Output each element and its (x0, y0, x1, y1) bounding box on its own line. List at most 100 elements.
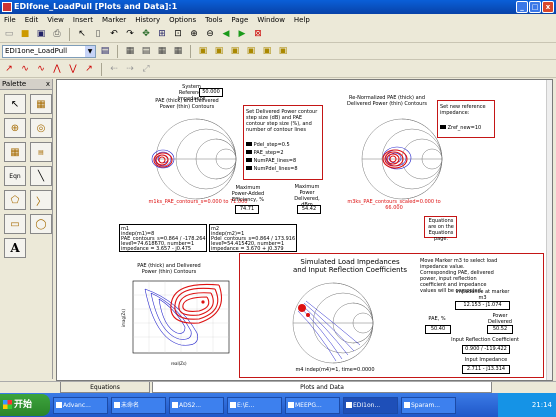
save-icon[interactable]: ▣ (34, 27, 48, 41)
pdel-value[interactable]: 50.52 (487, 325, 513, 334)
start-button[interactable]: 开始 (0, 394, 50, 416)
marker-line-icon[interactable]: ↗ (82, 62, 96, 76)
cartesian-contour-plot[interactable]: imag(Zs) real(Zs) (119, 277, 234, 367)
dataset-browse-icon[interactable]: ▤ (98, 44, 112, 58)
clock[interactable]: 21:14 (532, 401, 552, 409)
zoom-fit-icon[interactable]: ⊡ (171, 27, 185, 41)
taskbar-item[interactable]: 未命名 (111, 396, 166, 414)
taskbar-item-label: EDI1on... (353, 401, 381, 409)
grid-table-icon[interactable]: ▦ (30, 94, 52, 114)
data-list-icon[interactable]: ▤ (30, 142, 52, 162)
taskbar-item[interactable]: Sparam... (401, 396, 456, 414)
select-arrow-icon[interactable]: ↖ (75, 27, 89, 41)
marker-valley-icon[interactable]: ⋁ (66, 62, 80, 76)
plots-page: System Reference Impedance 50.000 PAE (t… (56, 79, 553, 381)
undo-icon[interactable]: ↶ (107, 27, 121, 41)
move-icon[interactable]: ✥ (139, 27, 153, 41)
max-pae-value[interactable]: 74.71 (235, 205, 259, 214)
arrow-tool-icon[interactable]: ↖ (4, 94, 26, 114)
marker-read-icon[interactable]: ⤢ (139, 62, 153, 76)
redo-icon[interactable]: ↷ (123, 27, 137, 41)
menu-window[interactable]: Window (257, 14, 285, 26)
chevron-down-icon[interactable]: ▼ (85, 45, 95, 57)
marker-peak-icon[interactable]: ⋀ (50, 62, 64, 76)
open-folder-icon[interactable]: ■ (18, 27, 32, 41)
rectangle-icon[interactable]: ▭ (4, 214, 26, 234)
zoom-area-icon[interactable]: ⊞ (155, 27, 169, 41)
close-icon[interactable]: x (46, 79, 50, 90)
equation-icon[interactable]: Eqn (4, 166, 26, 186)
num-pae-eq[interactable]: NumPAE_lines=8 (246, 158, 320, 164)
marker-trace-icon[interactable]: ∿ (18, 62, 32, 76)
input-imp-value[interactable]: 2.711 - j13.314 (462, 365, 510, 374)
pae-step-eq[interactable]: PAE_step=2 (246, 150, 320, 156)
smith-chart-3[interactable] (278, 281, 388, 365)
marker-move-right-icon[interactable]: ⇢ (123, 62, 137, 76)
layout-1-icon[interactable]: ▣ (196, 44, 210, 58)
set-ref-label: Set new reference impedance: (440, 104, 486, 116)
taskbar-item[interactable]: MEEPG... (285, 396, 340, 414)
table-icon[interactable]: ▦ (4, 142, 26, 162)
imp-at-m3-value[interactable]: 12.153 - j1.074 (455, 301, 510, 310)
marker-delta-icon[interactable]: ∿ (34, 62, 48, 76)
prev-page-icon[interactable]: ◀ (219, 27, 233, 41)
tab-plots-and-data[interactable]: Plots and Data (152, 382, 492, 393)
layout-4-icon[interactable]: ▣ (244, 44, 258, 58)
system-ref-value[interactable]: 50.000 (199, 88, 223, 97)
plot-polar-icon[interactable]: ▦ (171, 44, 185, 58)
taskbar-item-active[interactable]: EDI1on... (343, 396, 398, 414)
dataset-combo[interactable]: EDI1one_LoadPull ▼ (2, 44, 96, 58)
taskbar-item[interactable]: ADS2... (169, 396, 224, 414)
layout-3-icon[interactable]: ▣ (228, 44, 242, 58)
vertical-scrollbar[interactable] (546, 80, 552, 380)
max-pdel-value[interactable]: 54.42 (297, 205, 321, 214)
layout-5-icon[interactable]: ▣ (260, 44, 274, 58)
tab-equations[interactable]: Equations (60, 382, 150, 393)
circle-icon[interactable]: ◯ (30, 214, 52, 234)
polyline-icon[interactable]: 〉 (30, 190, 52, 210)
menu-file[interactable]: File (4, 14, 16, 26)
next-page-icon[interactable]: ▶ (235, 27, 249, 41)
target-circle-icon[interactable]: ◎ (30, 118, 52, 138)
app-icon (404, 401, 410, 408)
menu-edit[interactable]: Edit (25, 14, 39, 26)
m1-readout[interactable]: m1 indep(m1)=8 PAE_contours_s=0.864 / -1… (119, 224, 207, 252)
irc-value[interactable]: 0.900 / -119.422 (462, 345, 510, 354)
minimize-button[interactable]: _ (516, 1, 528, 13)
menu-tools[interactable]: Tools (205, 14, 222, 26)
zoom-out-icon[interactable]: ⊖ (203, 27, 217, 41)
taskbar-item[interactable]: E:\E... (227, 396, 282, 414)
plot-rect-icon[interactable]: ▦ (123, 44, 137, 58)
pae-value[interactable]: 50.40 (425, 325, 451, 334)
m2-readout[interactable]: m2 indep(m2)=1 Pdel_contours_s=0.864 / 1… (209, 224, 297, 252)
menu-view[interactable]: View (47, 14, 64, 26)
close-button[interactable]: x (542, 1, 554, 13)
marker-move-left-icon[interactable]: ⇠ (107, 62, 121, 76)
delete-icon[interactable]: ▯ (91, 27, 105, 41)
stop-icon[interactable]: ⊠ (251, 27, 265, 41)
marker-new-icon[interactable]: ↗ (2, 62, 16, 76)
text-icon[interactable]: A (4, 238, 26, 258)
print-icon[interactable]: ⎙ (50, 27, 64, 41)
set-power-box: Set Delivered Power contour step size (d… (243, 105, 323, 180)
zoom-in-icon[interactable]: ⊕ (187, 27, 201, 41)
menu-marker[interactable]: Marker (102, 14, 126, 26)
menu-help[interactable]: Help (294, 14, 310, 26)
maximize-button[interactable]: □ (529, 1, 541, 13)
num-pdel-eq[interactable]: NumPdel_lines=8 (246, 166, 320, 172)
menu-page[interactable]: Page (231, 14, 248, 26)
layout-6-icon[interactable]: ▣ (276, 44, 290, 58)
pdel-step-eq[interactable]: Pdel_step=0.5 (246, 142, 320, 148)
new-file-icon[interactable]: ▭ (2, 27, 16, 41)
polygon-icon[interactable]: ⬠ (4, 190, 26, 210)
menu-insert[interactable]: Insert (73, 14, 93, 26)
plot-list-icon[interactable]: ▤ (139, 44, 153, 58)
diagonal-line-icon[interactable]: ╲ (30, 166, 52, 186)
menu-history[interactable]: History (135, 14, 160, 26)
taskbar-item[interactable]: Advanc... (53, 396, 108, 414)
crosshair-circle-icon[interactable]: ⊕ (4, 118, 26, 138)
layout-2-icon[interactable]: ▣ (212, 44, 226, 58)
plot-grid-icon[interactable]: ▦ (155, 44, 169, 58)
menu-options[interactable]: Options (169, 14, 196, 26)
zref-eq[interactable]: Zref_new=10 (440, 125, 492, 131)
